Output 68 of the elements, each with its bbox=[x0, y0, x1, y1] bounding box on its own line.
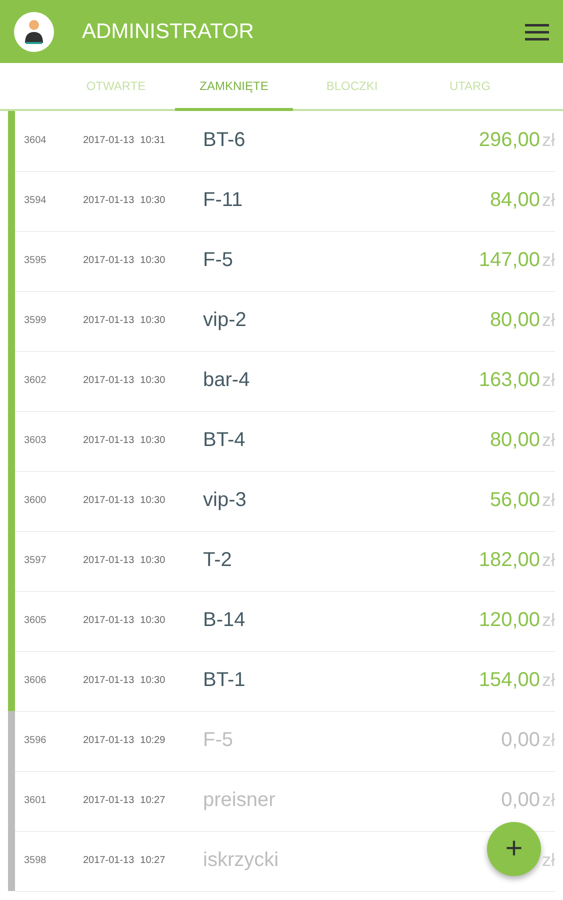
order-time: 10:27 bbox=[140, 855, 166, 866]
order-number: 3602 bbox=[23, 375, 48, 386]
order-number: 3601 bbox=[23, 795, 48, 806]
order-number: 3597 bbox=[23, 555, 48, 566]
person-icon bbox=[23, 18, 45, 44]
table-name: F-5 bbox=[203, 249, 234, 272]
order-number: 3600 bbox=[23, 495, 48, 506]
order-amount: 0,00 bbox=[501, 789, 540, 812]
order-date: 2017-01-13 bbox=[83, 795, 134, 806]
order-amount: 147,00 bbox=[478, 249, 540, 272]
order-date: 2017-01-13 bbox=[83, 375, 134, 386]
order-date: 2017-01-13 bbox=[83, 435, 134, 446]
order-amount: 154,00 bbox=[478, 669, 540, 692]
order-date: 2017-01-13 bbox=[83, 555, 134, 566]
table-name: BT-6 bbox=[203, 129, 246, 152]
order-time: 10:30 bbox=[140, 555, 166, 566]
app-title: ADMINISTRATOR bbox=[82, 20, 255, 44]
order-time: 10:27 bbox=[140, 795, 166, 806]
order-date: 2017-01-13 bbox=[83, 135, 134, 146]
table-name: preisner bbox=[203, 789, 276, 812]
order-amount: 56,00 bbox=[490, 489, 540, 512]
order-time: 10:30 bbox=[140, 615, 166, 626]
order-number: 3599 bbox=[23, 315, 48, 326]
table-name: iskrzycki bbox=[203, 849, 280, 872]
table-name: vip-3 bbox=[203, 489, 248, 512]
order-amount: 80,00 bbox=[490, 309, 540, 332]
order-time: 10:30 bbox=[140, 255, 166, 266]
order-date: 2017-01-13 bbox=[83, 735, 134, 746]
table-name: B-14 bbox=[203, 609, 246, 632]
order-time: 10:30 bbox=[140, 315, 166, 326]
order-number: 3598 bbox=[23, 855, 48, 866]
order-amount: 84,00 bbox=[490, 189, 540, 212]
order-time: 10:30 bbox=[140, 375, 166, 386]
table-name: vip-2 bbox=[203, 309, 248, 332]
table-name: T-2 bbox=[203, 549, 233, 572]
order-date: 2017-01-13 bbox=[83, 315, 134, 326]
table-name: bar-4 bbox=[203, 369, 251, 392]
order-time: 10:30 bbox=[140, 675, 166, 686]
table-name: F-5 bbox=[203, 729, 234, 752]
order-date: 2017-01-13 bbox=[83, 675, 134, 686]
table-name: F-11 bbox=[203, 189, 244, 212]
order-date: 2017-01-13 bbox=[83, 255, 134, 266]
order-number: 3596 bbox=[23, 735, 48, 746]
order-amount: 0,00 bbox=[501, 729, 540, 752]
order-number: 3604 bbox=[23, 135, 48, 146]
order-time: 10:30 bbox=[140, 495, 166, 506]
order-number: 3603 bbox=[23, 435, 48, 446]
order-number: 3595 bbox=[23, 255, 48, 266]
order-date: 2017-01-13 bbox=[83, 855, 134, 866]
order-date: 2017-01-13 bbox=[83, 495, 134, 506]
order-number: 3606 bbox=[23, 675, 48, 686]
table-name: BT-1 bbox=[203, 669, 246, 692]
order-date: 2017-01-13 bbox=[83, 615, 134, 626]
order-number: 3594 bbox=[23, 195, 48, 206]
order-amount: 163,00 bbox=[478, 369, 540, 392]
order-amount: 80,00 bbox=[490, 429, 540, 452]
order-time: 10:30 bbox=[140, 435, 166, 446]
menu-icon[interactable] bbox=[525, 22, 549, 40]
order-time: 10:31 bbox=[140, 135, 166, 146]
add-button[interactable]: + bbox=[487, 822, 541, 876]
table-name: BT-4 bbox=[203, 429, 246, 452]
order-number: 3605 bbox=[23, 615, 48, 626]
order-date: 2017-01-13 bbox=[83, 195, 134, 206]
order-time: 10:30 bbox=[140, 195, 166, 206]
order-time: 10:29 bbox=[140, 735, 166, 746]
order-amount: 296,00 bbox=[478, 129, 540, 152]
order-amount: 120,00 bbox=[478, 609, 540, 632]
order-amount: 182,00 bbox=[478, 549, 540, 572]
